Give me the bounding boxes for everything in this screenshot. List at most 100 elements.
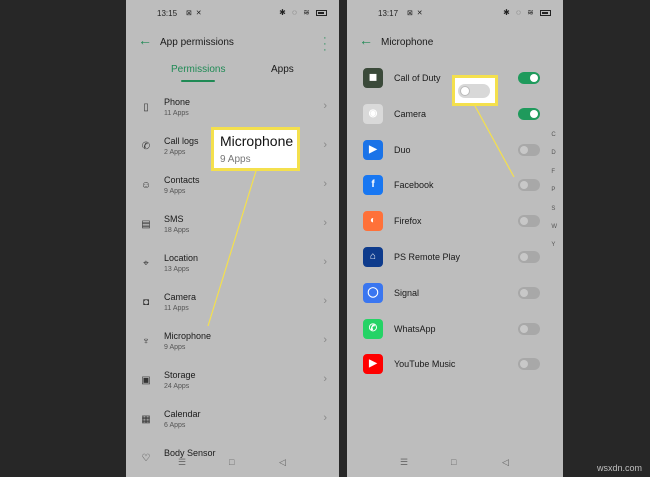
permission-item-sms[interactable]: ▤ SMS 18 Apps › <box>126 209 339 248</box>
recents-icon[interactable]: ☰ <box>400 457 408 468</box>
microphone-toggle[interactable] <box>518 72 540 84</box>
calendar-icon: ▦ <box>141 414 151 425</box>
camera-icon: ◘ <box>142 297 150 308</box>
app-list: ◼ Call of Duty ◉ Camera ▶ Duo f Facebook ◐ Firefo… <box>347 64 563 386</box>
permission-name: Contacts <box>164 175 200 185</box>
permission-name: Microphone <box>164 331 212 341</box>
microphone-toggle[interactable] <box>518 286 540 299</box>
app-row-facebook: f Facebook <box>347 171 563 207</box>
call-log-icon: ✆ <box>141 141 151 152</box>
back-nav-icon[interactable]: ◁ <box>279 457 286 468</box>
toggle-callout <box>452 75 498 106</box>
tab-bar: Permissions Apps <box>126 64 339 84</box>
permission-item-microphone[interactable]: ♆ Microphone 9 Apps › <box>126 326 339 365</box>
sms-icon: ▤ <box>141 219 151 230</box>
app-name: Call of Duty <box>394 73 441 83</box>
permission-name: Storage <box>164 370 196 380</box>
permission-item-calendar[interactable]: ▦ Calendar 6 Apps › <box>126 404 339 443</box>
permission-count: 6 Apps <box>164 422 186 429</box>
permission-name: Calendar <box>164 409 201 419</box>
youtube-music-icon: ▶ <box>363 354 383 375</box>
permission-name: Call logs <box>164 136 199 146</box>
permission-item-location[interactable]: ⌖ Location 13 Apps › <box>126 248 339 287</box>
firefox-icon: ◐ <box>363 211 383 232</box>
permission-item-camera[interactable]: ◘ Camera 11 Apps › <box>126 287 339 326</box>
signal-icon: ◯ <box>363 282 383 303</box>
microphone-toggle[interactable] <box>518 143 540 156</box>
alphabet-index[interactable]: CDFPSWY <box>551 126 557 255</box>
microphone-callout: Microphone 9 Apps <box>211 127 300 171</box>
battery-icon <box>540 9 551 16</box>
index-letter[interactable]: Y <box>551 236 557 254</box>
callout-title: Microphone <box>220 133 294 149</box>
back-arrow-icon[interactable]: ← <box>359 33 373 47</box>
microphone-screen: 13:17 ⊠ ✕ ✱ ◌ ≋ ← Microphone ◼ Call of Du… <box>347 0 563 477</box>
app-name: Firefox <box>394 216 422 227</box>
index-letter[interactable]: S <box>551 200 557 218</box>
facebook-icon: f <box>363 175 383 196</box>
microphone-toggle[interactable] <box>518 179 540 192</box>
app-row-ps-remote-play: ⌂ PS Remote Play <box>347 243 563 279</box>
index-letter[interactable]: P <box>551 181 557 199</box>
watermark: wsxdn.com <box>596 463 642 473</box>
index-letter[interactable]: F <box>551 163 557 181</box>
permission-name: Camera <box>164 292 197 302</box>
contacts-icon: ☺ <box>140 180 152 191</box>
microphone-icon: ♆ <box>142 336 150 347</box>
back-arrow-icon[interactable]: ← <box>138 33 152 47</box>
nav-bar: ☰ □ ◁ <box>347 457 563 471</box>
more-options-icon[interactable]: · · · <box>323 33 327 56</box>
permission-count: 11 Apps <box>164 305 189 312</box>
app-row-whatsapp: ✆ WhatsApp <box>347 315 563 351</box>
app-row-duo: ▶ Duo <box>347 136 563 172</box>
permission-count: 13 Apps <box>164 266 190 273</box>
chevron-right-icon: › <box>323 373 327 385</box>
app-name: Facebook <box>394 180 434 191</box>
call-of-duty-icon: ◼ <box>363 68 383 88</box>
tab-permissions[interactable]: Permissions <box>171 64 225 82</box>
microphone-toggle[interactable] <box>518 322 540 335</box>
permission-count: 24 Apps <box>164 383 190 390</box>
permission-name: SMS <box>164 214 184 224</box>
app-row-youtube-music: ▶ YouTube Music <box>347 350 563 386</box>
microphone-toggle[interactable] <box>518 358 540 371</box>
app-row-signal: ◯ Signal <box>347 279 563 315</box>
status-time: 13:15 <box>157 9 178 18</box>
chevron-right-icon: › <box>323 256 327 268</box>
permission-name: Phone <box>164 97 191 107</box>
microphone-toggle[interactable] <box>518 215 540 228</box>
permission-item-phone[interactable]: ▯ Phone 11 Apps › <box>126 92 339 131</box>
ps-remote-play-icon: ⌂ <box>363 246 383 267</box>
tab-apps[interactable]: Apps <box>271 64 294 75</box>
whatsapp-icon: ✆ <box>363 318 383 339</box>
permission-count: 2 Apps <box>164 149 186 156</box>
permission-count: 11 Apps <box>164 110 189 117</box>
recents-icon[interactable]: ☰ <box>178 457 186 468</box>
home-icon[interactable]: □ <box>451 457 456 467</box>
permission-item-contacts[interactable]: ☺ Contacts 9 Apps › <box>126 170 339 209</box>
home-icon[interactable]: □ <box>229 457 234 467</box>
back-nav-icon[interactable]: ◁ <box>502 457 509 468</box>
index-letter[interactable]: C <box>551 126 557 144</box>
status-bar: 13:17 ⊠ ✕ ✱ ◌ ≋ <box>347 8 563 20</box>
permission-item-storage[interactable]: ▣ Storage 24 Apps › <box>126 365 339 404</box>
app-row-firefox: ◐ Firefox <box>347 207 563 243</box>
page-title: Microphone <box>381 37 434 48</box>
permission-name: Location <box>164 253 199 263</box>
microphone-toggle[interactable] <box>518 107 540 120</box>
chevron-right-icon: › <box>323 217 327 229</box>
microphone-toggle[interactable] <box>518 250 540 263</box>
status-bar: 13:15 ⊠ ✕ ✱ ◌ ≋ <box>126 8 339 20</box>
app-name: YouTube Music <box>394 359 456 370</box>
duo-icon: ▶ <box>363 139 383 160</box>
index-letter[interactable]: W <box>551 218 557 236</box>
battery-icon <box>316 9 327 16</box>
app-name: WhatsApp <box>394 323 436 334</box>
index-letter[interactable]: D <box>551 144 557 162</box>
app-name: Camera <box>394 108 427 119</box>
storage-icon: ▣ <box>141 375 151 386</box>
nav-bar: ☰ □ ◁ <box>126 457 339 471</box>
callout-subtitle: 9 Apps <box>220 154 251 165</box>
chevron-right-icon: › <box>323 139 327 151</box>
app-name: Signal <box>394 287 420 298</box>
